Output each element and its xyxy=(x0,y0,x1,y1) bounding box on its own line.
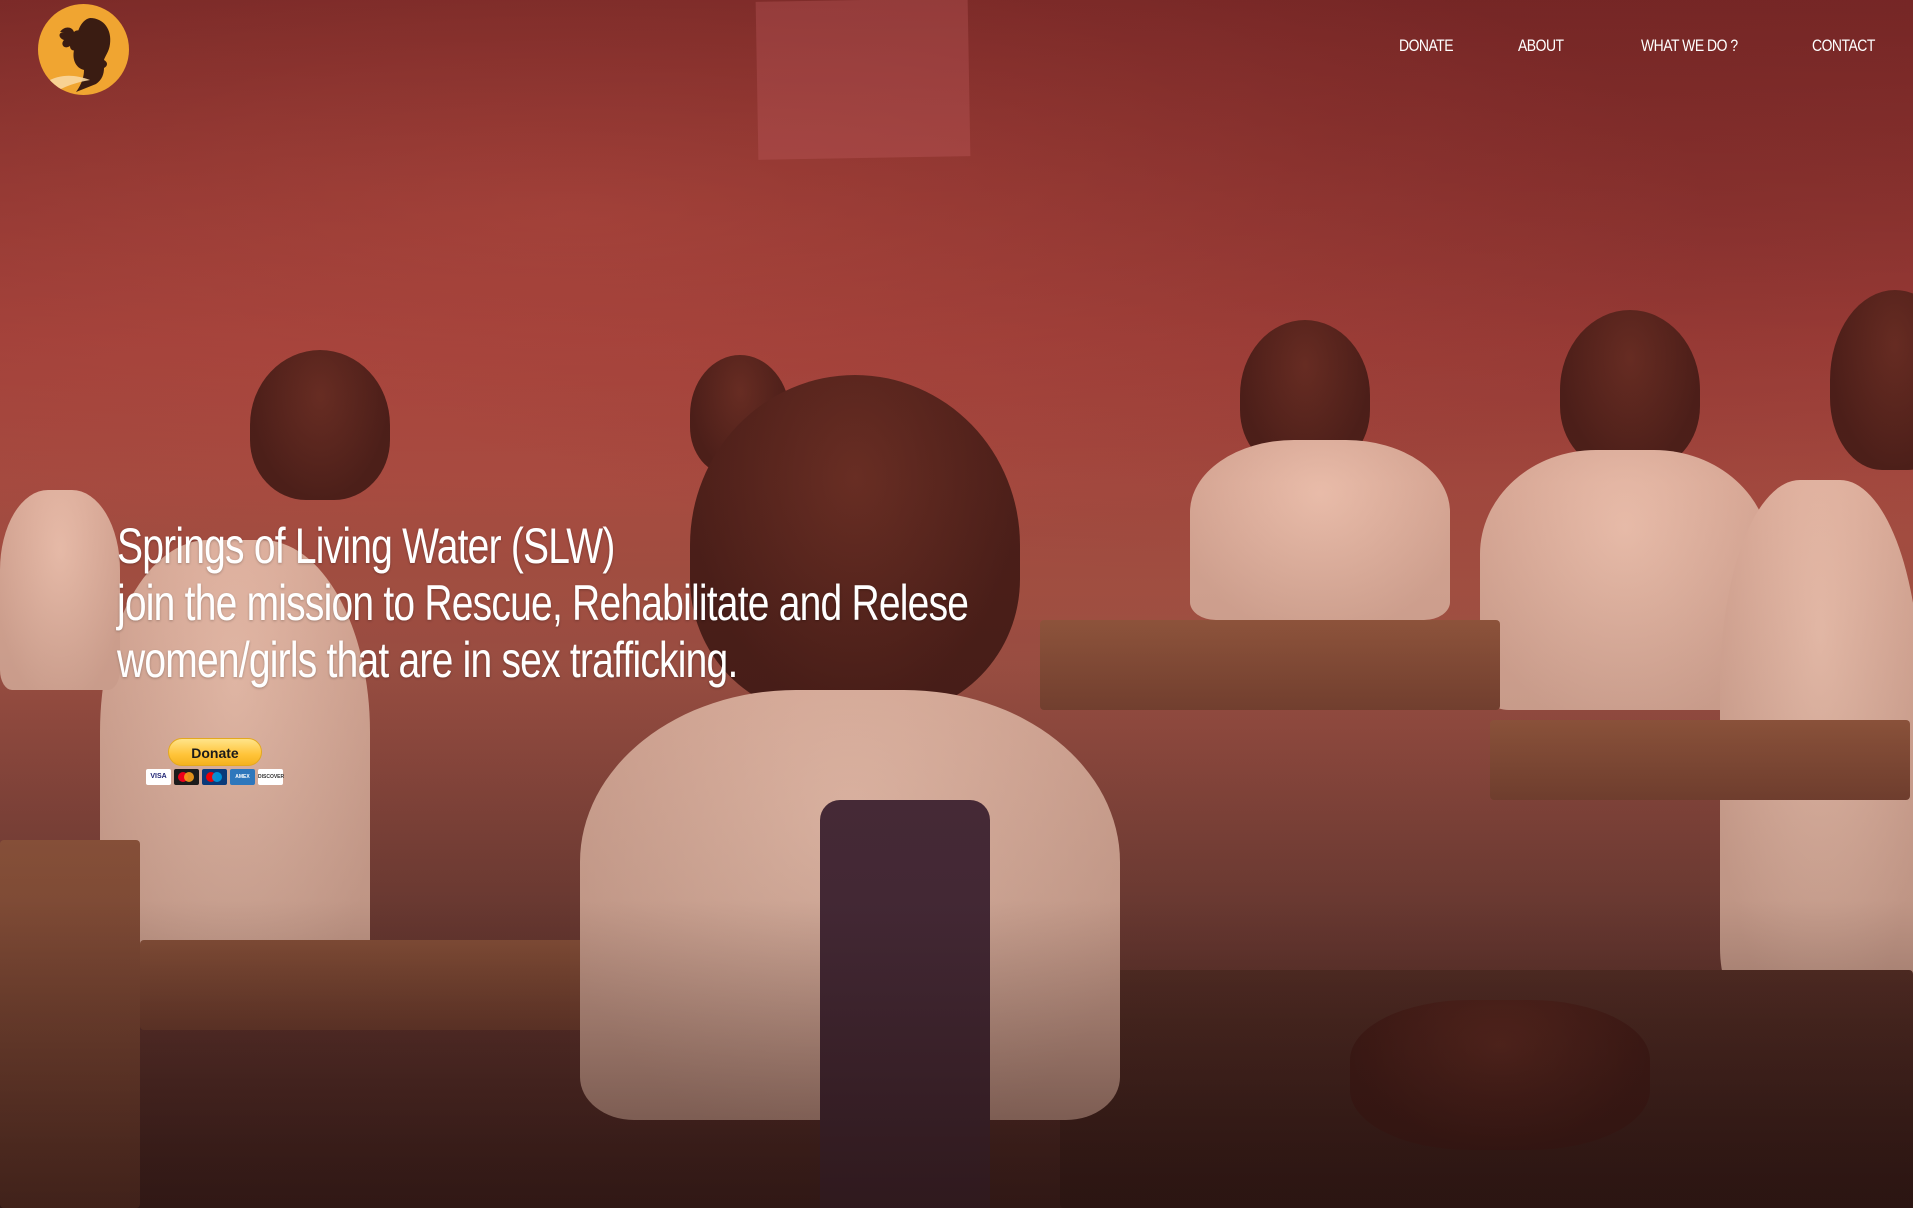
woman-silhouette-icon xyxy=(46,18,111,94)
student-head xyxy=(1560,310,1700,470)
discover-icon: DISCOVER xyxy=(258,769,284,785)
nav-about[interactable]: ABOUT xyxy=(1518,36,1567,56)
student-head xyxy=(1830,290,1913,470)
desk xyxy=(1060,970,1913,1208)
desk xyxy=(1490,720,1910,800)
nav-contact[interactable]: CONTACT xyxy=(1812,36,1878,56)
visa-icon: VISA xyxy=(146,769,171,785)
hero-section: DONATE ABOUT WHAT WE DO ? CONTACT Spring… xyxy=(0,0,1913,1208)
hero-title: Springs of Living Water (SLW) xyxy=(117,518,615,574)
nav-what-we-do[interactable]: WHAT WE DO ? xyxy=(1641,36,1739,56)
student-shirt xyxy=(1190,440,1450,620)
desk xyxy=(140,940,630,1030)
student-hands xyxy=(1350,1000,1650,1150)
amex-icon: AMEX xyxy=(230,769,255,785)
student-head xyxy=(690,355,790,475)
student-shirt xyxy=(580,690,1120,1120)
floor-shadow xyxy=(0,900,1913,1208)
desk xyxy=(0,840,140,1208)
student-shirt xyxy=(1720,480,1913,1000)
wall-poster xyxy=(755,0,971,160)
payment-cards: VISA AMEX DISCOVER xyxy=(146,769,286,785)
student-dress xyxy=(820,800,990,1208)
paypal-donate: Donate VISA AMEX DISCOVER xyxy=(146,738,286,785)
student-head xyxy=(1240,320,1370,470)
donate-button[interactable]: Donate xyxy=(168,738,262,766)
logo[interactable] xyxy=(38,4,129,95)
student-shirt xyxy=(1480,450,1770,710)
nav-donate[interactable]: DONATE xyxy=(1399,36,1454,56)
hero-headline: Springs of Living Water (SLW) join the m… xyxy=(117,518,969,689)
mastercard-icon xyxy=(174,769,199,785)
student-shirt xyxy=(0,490,120,690)
desk xyxy=(1040,620,1500,710)
hero-subtitle-line2: women/girls that are in sex trafficking. xyxy=(117,632,738,688)
student-head xyxy=(250,350,390,500)
maestro-icon xyxy=(202,769,227,785)
hero-subtitle-line1: join the mission to Rescue, Rehabilitate… xyxy=(117,575,969,631)
